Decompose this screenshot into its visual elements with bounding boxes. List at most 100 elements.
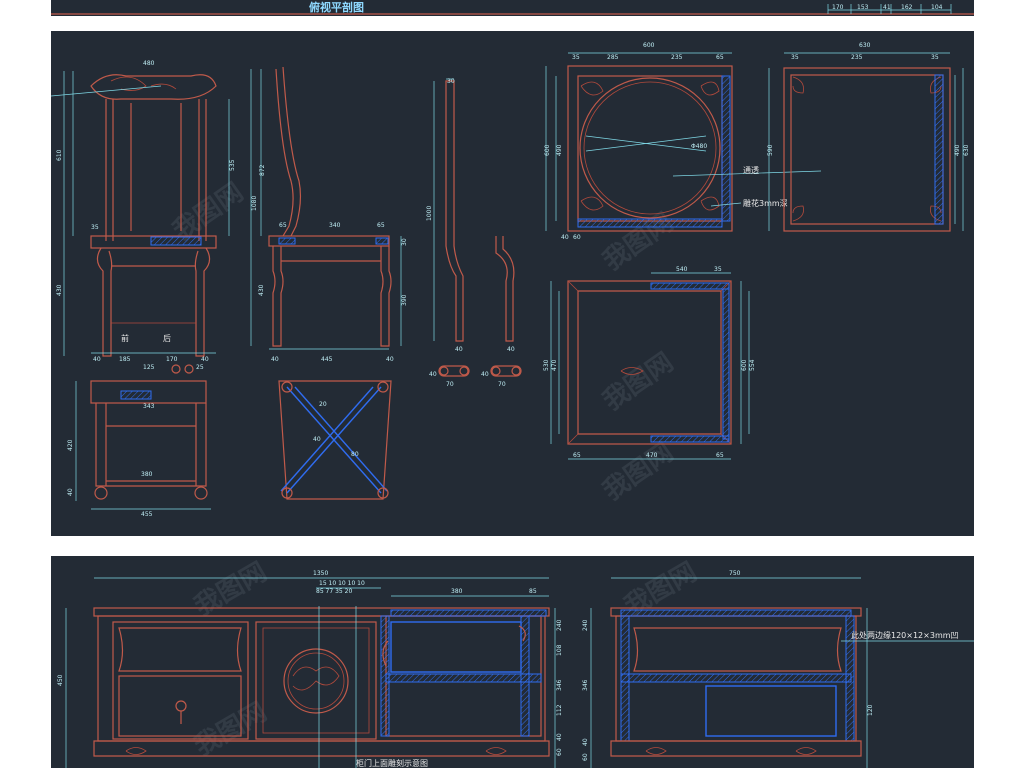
dim-door-left: 490: [556, 144, 563, 156]
dim-plan-343: 343: [143, 403, 155, 410]
dim-frame-s0: 35: [791, 54, 799, 61]
dim-door-s2: 235: [671, 54, 683, 61]
dim-chair-bl: 40: [93, 356, 101, 363]
dim-chair-top: 480: [143, 60, 155, 67]
section-caption: 俯视平剖图: [309, 0, 364, 14]
dim-back-top: 30: [447, 78, 455, 85]
dim-plan-25: 25: [196, 364, 204, 371]
dim-side-445: 445: [321, 356, 333, 363]
top-dim-4: 162: [901, 4, 913, 11]
dim-door-top: 600: [643, 42, 655, 49]
dim-back-b40: 40: [455, 346, 463, 353]
dim-cab-sub2: 85 77 35 20: [316, 588, 352, 595]
dim-plan-380: 380: [141, 471, 153, 478]
dim-chair-bm2: 170: [166, 356, 178, 363]
dim-chair-35: 35: [91, 224, 99, 231]
dim-frame-40: 40: [313, 436, 321, 443]
dim-board-top: 540: [676, 266, 688, 273]
dim-side-65b: 65: [279, 222, 287, 229]
dim-cab-380: 380: [451, 588, 463, 595]
dim-chair-upper: 610: [56, 149, 63, 161]
dim-part-a: 40: [429, 371, 437, 378]
dim-frame-20: 20: [319, 401, 327, 408]
dim-cabside-width: 750: [729, 570, 741, 577]
label-front: 前: [121, 333, 129, 343]
dim-cabside-h4: 120: [867, 704, 874, 716]
dim-side-lower: 430: [258, 284, 265, 296]
watermark-5: 我图网: [190, 557, 273, 622]
note-cabside: 此处两边缘120×12×3mm凹: [851, 630, 959, 640]
dim-door-bm: 60: [573, 234, 581, 241]
dim-cab-h4: 40: [556, 733, 563, 741]
dim-cab-h0: 240: [556, 619, 563, 631]
chair-plan-view: 420 40 455 380 343 125 25: [67, 364, 211, 518]
dim-side-upper: 872: [259, 164, 266, 176]
dim-cab-h1: 108: [556, 644, 563, 656]
seat-frame-plan: 20 40 80: [278, 380, 392, 500]
dim-frame-s1: 235: [851, 54, 863, 61]
dim-plan-40: 40: [67, 488, 74, 496]
dim-board-left-total: 530: [543, 359, 550, 371]
dim-side-65: 65: [377, 222, 385, 229]
note-through: 通透: [743, 165, 759, 175]
dim-part-d: 70: [498, 381, 506, 388]
dim-cabside-h2: 40: [582, 738, 589, 746]
note-carve: 雕花3mm深: [743, 198, 788, 208]
dim-door-s0: 35: [572, 54, 580, 61]
dim-cab-sub: 15 10 10 10 10: [319, 580, 365, 587]
dim-side-30: 30: [401, 238, 408, 246]
dim-cab-width: 1350: [313, 570, 328, 577]
dim-side-total: 1080: [251, 196, 258, 211]
watermark-3: 我图网: [598, 347, 679, 416]
door-panel-circle: 600 35 285 235 65 600 490 Φ480 通透 雕花3mm深…: [544, 42, 822, 241]
dim-plan-125: 125: [143, 364, 155, 371]
dim-board-left: 470: [551, 359, 558, 371]
dim-part-b: 70: [446, 381, 454, 388]
dim-board-top-r: 35: [714, 266, 722, 273]
dim-cab-h3: 112: [556, 704, 563, 716]
dim-board-b: 470: [646, 452, 658, 459]
dim-side-seat: 340: [329, 222, 341, 229]
cabinet-drawings-svg: 我图网 我图网 我图网 1350 15 10 10 10 10 85 77 35…: [57, 557, 974, 768]
dim-part-c: 40: [481, 371, 489, 378]
dim-side-b40: 40: [271, 356, 279, 363]
dim-side-390: 390: [401, 294, 408, 306]
dim-cab-85: 85: [529, 588, 537, 595]
dim-frame-left: 590: [767, 144, 774, 156]
label-back: 后: [163, 333, 171, 343]
dim-cabside-h3: 60: [582, 753, 589, 761]
dim-side-b40r: 40: [386, 356, 394, 363]
chair-drawing-panel: 我图网 我图网 我图网 我图网 480 610 430 535 35 40 18…: [51, 31, 974, 536]
top-drawing-strip: 俯视平剖图 170 153 41 162 104: [51, 0, 974, 16]
top-dim-3: 41: [883, 4, 891, 11]
dim-door-s1: 285: [607, 54, 619, 61]
dim-door-s3: 65: [716, 54, 724, 61]
top-dim-2: 153: [857, 4, 869, 11]
dim-frame-80: 80: [351, 451, 359, 458]
watermark-2: 我图网: [598, 207, 679, 276]
cabinet-front-view: 1350 15 10 10 10 10 85 77 35 20 380 85 4…: [57, 570, 563, 768]
dim-frame-s2: 35: [931, 54, 939, 61]
dim-plan-455: 455: [141, 511, 153, 518]
chair-drawings-svg: 我图网 我图网 我图网 我图网 480 610 430 535 35 40 18…: [51, 42, 970, 518]
dim-board-right-total: 600: [741, 359, 748, 371]
back-splat-detail: 30 1000 40 40 70 70 40 40: [426, 78, 522, 388]
dim-board-bl: 65: [573, 452, 581, 459]
frame-panel: 630 35 235 35 590 630 490: [767, 42, 970, 232]
chair-side-view: 1080 872 430 340 65 65 40 445 40 30 390: [250, 66, 408, 363]
dim-board-right: 554: [749, 359, 756, 371]
note-cab-bottom: 柜门上面雕刻示意图: [356, 758, 428, 768]
dim-cab-height: 450: [57, 674, 64, 686]
dim-chair-bm: 185: [119, 356, 131, 363]
dim-back-h: 1000: [426, 206, 433, 221]
dim-door-bl: 40: [561, 234, 569, 241]
dim-cab-h2: 346: [556, 679, 563, 691]
watermark-4: 我图网: [598, 437, 679, 506]
cabinet-drawing-panel: 我图网 我图网 我图网 1350 15 10 10 10 10 85 77 35…: [51, 556, 974, 768]
dim-back-b40b: 40: [507, 346, 515, 353]
top-dim-1: 170: [832, 4, 844, 11]
dim-plan-420: 420: [67, 439, 74, 451]
dim-cab-h5: 60: [556, 748, 563, 756]
dim-door-circle: Φ480: [691, 143, 707, 150]
top-strip-svg: 俯视平剖图 170 153 41 162 104: [51, 0, 974, 15]
